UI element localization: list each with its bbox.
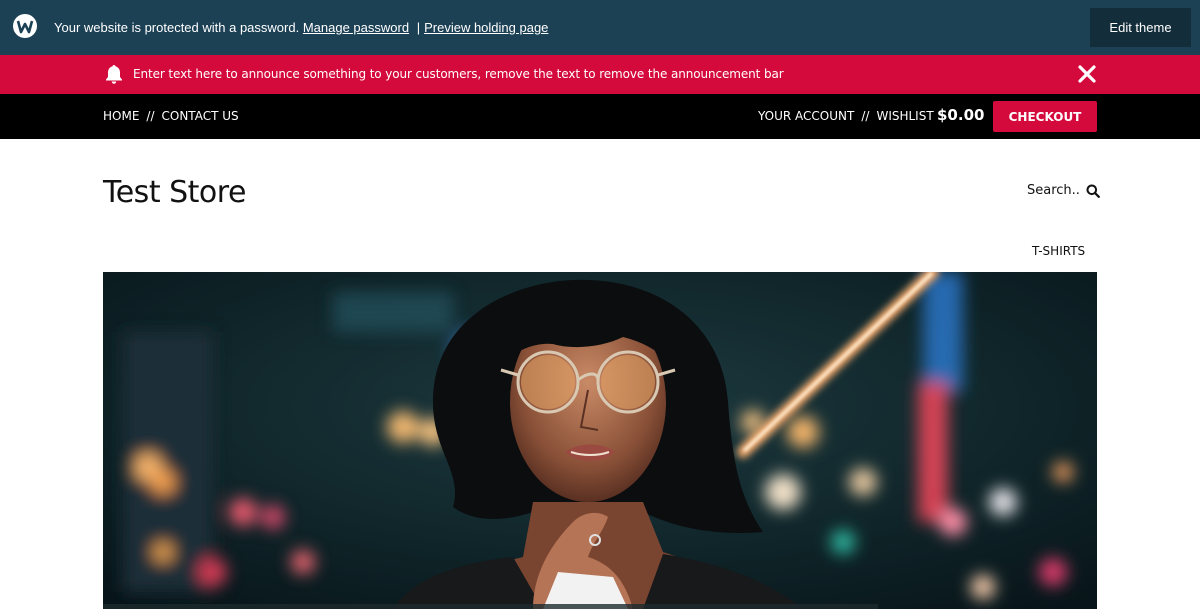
admin-message: Your website is protected with a passwor… — [54, 20, 548, 35]
manage-password-link[interactable]: Manage password — [303, 20, 409, 35]
close-icon[interactable] — [1077, 64, 1097, 84]
nav-home-link[interactable]: HOME — [103, 109, 139, 123]
admin-bar: Your website is protected with a passwor… — [0, 0, 1200, 55]
bell-icon — [106, 65, 122, 84]
preview-holding-page-link[interactable]: Preview holding page — [424, 20, 548, 35]
your-account-link[interactable]: YOUR ACCOUNT — [758, 109, 854, 123]
checkout-button[interactable]: CHECKOUT — [993, 101, 1097, 132]
cart-total[interactable]: $0.00 — [937, 106, 984, 124]
hero-photo — [103, 272, 1097, 609]
wishlist-link[interactable]: WISHLIST — [876, 109, 933, 123]
password-protected-text: Your website is protected with a passwor… — [54, 20, 300, 35]
w-logo-icon[interactable] — [12, 13, 38, 39]
search-icon[interactable] — [1086, 184, 1100, 198]
hero-banner-image[interactable] — [103, 272, 1097, 609]
search-label: Search.. — [1027, 183, 1080, 198]
search-trigger[interactable]: Search.. — [1027, 183, 1100, 198]
menu-item-t-shirts[interactable]: T-SHIRTS — [1032, 244, 1085, 258]
nav-left: HOME // CONTACT US — [103, 109, 239, 123]
announcement-text: Enter text here to announce something to… — [133, 67, 784, 81]
admin-separator: | — [416, 20, 421, 35]
nav-separator: // — [861, 109, 870, 123]
nav-separator: // — [146, 109, 155, 123]
nav-right: YOUR ACCOUNT // WISHLIST — [758, 109, 934, 123]
announcement-bar: Enter text here to announce something to… — [0, 55, 1200, 94]
nav-contact-us-link[interactable]: CONTACT US — [162, 109, 239, 123]
edit-theme-button[interactable]: Edit theme — [1090, 8, 1191, 47]
store-title[interactable]: Test Store — [103, 175, 246, 210]
